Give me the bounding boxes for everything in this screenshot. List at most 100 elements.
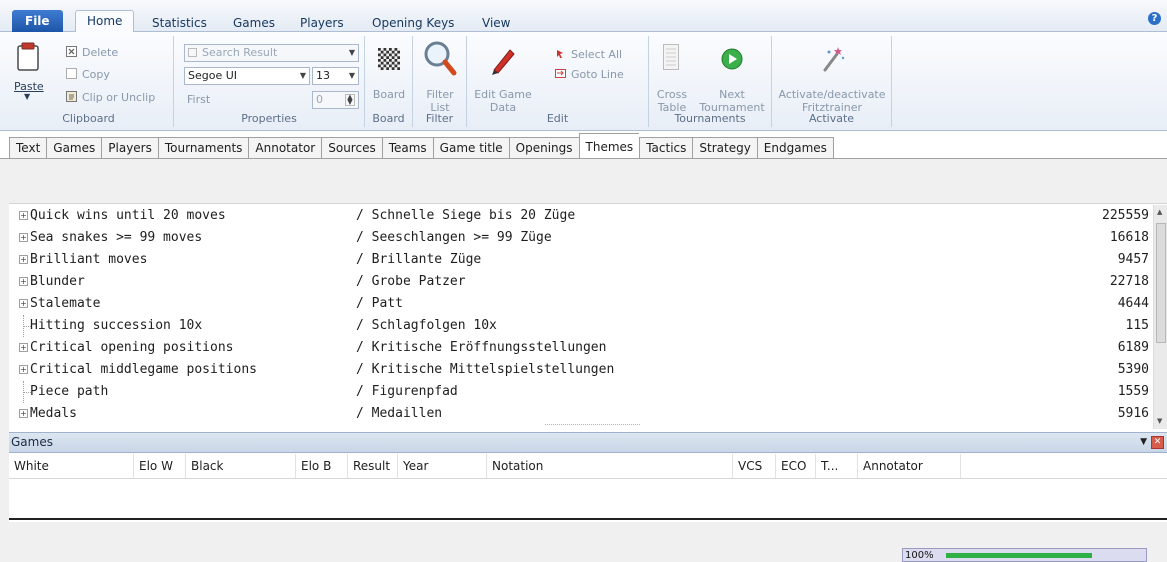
clip-button[interactable]: Clip or Unclip: [66, 91, 155, 104]
theme-name-english: Critical middlegame positions: [30, 362, 257, 377]
edit-game-data-label: Edit Game Data: [474, 88, 532, 114]
theme-name-english: Hitting succession 10x: [30, 318, 203, 333]
expand-icon[interactable]: +: [19, 255, 28, 264]
chevron-down-icon: ▼: [348, 48, 355, 57]
theme-row[interactable]: + Critical opening positions / Kritische E…: [9, 337, 1149, 359]
subtab-players[interactable]: Players: [101, 137, 158, 159]
delete-label: Delete: [82, 46, 119, 59]
subtab-sources[interactable]: Sources: [321, 137, 382, 159]
expand-icon[interactable]: +: [19, 365, 28, 374]
ribbon: Paste ▼ Delete Copy Clip or Unclip Clipb…: [0, 32, 1167, 131]
activate-fritztrainer-button[interactable]: Activate/deactivate Fritztrainer: [776, 40, 888, 114]
col-elo-b[interactable]: Elo B: [296, 454, 348, 478]
theme-name-english: Sea snakes >= 99 moves: [30, 230, 203, 245]
subtab-game-title[interactable]: Game title: [432, 137, 509, 159]
filter-group-label: Filter: [425, 112, 454, 125]
scroll-down-icon[interactable]: ▼: [1157, 417, 1162, 425]
chevron-down-icon[interactable]: ▼: [1140, 433, 1147, 452]
properties-group: Search Result ▼ Segoe UI ▼ 13 ▼ First 0 …: [174, 36, 365, 127]
expand-icon[interactable]: +: [19, 343, 28, 352]
theme-name-german: / Figurenpfad: [356, 384, 458, 399]
paste-dropdown-icon[interactable]: ▼: [24, 92, 30, 101]
expand-icon[interactable]: +: [19, 277, 28, 286]
chevron-down-icon: ▼: [348, 71, 355, 80]
col-elo-w[interactable]: Elo W: [134, 454, 186, 478]
theme-row[interactable]: + Critical middlegame positions / Kritisch…: [9, 359, 1149, 381]
col-vcs[interactable]: VCS: [733, 454, 776, 478]
tab-players[interactable]: Players: [294, 13, 350, 33]
theme-name-german: / Seeschlangen >= 99 Züge: [356, 230, 552, 245]
select-all-button[interactable]: Select All: [555, 48, 622, 61]
scrollbar-thumb[interactable]: [1156, 223, 1166, 343]
col-eco[interactable]: ECO: [776, 454, 816, 478]
theme-row[interactable]: + Sea snakes >= 99 moves / Seeschlangen >=…: [9, 227, 1149, 249]
games-pane-header: Games ▼ ✕: [9, 432, 1167, 453]
subtab-endgames[interactable]: Endgames: [756, 137, 834, 159]
select-all-icon: [557, 50, 563, 58]
theme-row[interactable]: + Stalemate / Patt 4644: [9, 293, 1149, 315]
splitter-grip[interactable]: [545, 424, 640, 427]
subtab-annotator[interactable]: Annotator: [248, 137, 322, 159]
theme-name-english: Blunder: [30, 274, 85, 289]
search-result-icon: [188, 48, 197, 57]
theme-name-german: / Medaillen: [356, 406, 443, 421]
theme-row[interactable]: + Quick wins until 20 moves / Schnelle Sie…: [9, 205, 1149, 227]
col-white[interactable]: White: [9, 454, 134, 478]
search-result-text: Search Result: [202, 46, 278, 59]
activate-group-label: Activate: [808, 112, 855, 125]
theme-row[interactable]: + Medals / Medaillen 5916: [9, 403, 1149, 425]
col-notation[interactable]: Notation: [487, 454, 733, 478]
subtab-openings[interactable]: Openings: [508, 137, 579, 159]
col-annotator[interactable]: Annotator: [858, 454, 961, 478]
theme-count: 1559: [1117, 384, 1149, 399]
theme-row[interactable]: Piece path / Figurenpfad 1559: [9, 381, 1149, 403]
theme-row[interactable]: Hitting succession 10x / Schlagfolgen 10x…: [9, 315, 1149, 337]
subtab-teams[interactable]: Teams: [381, 137, 433, 159]
copy-icon: [66, 68, 77, 79]
col-result[interactable]: Result: [348, 454, 398, 478]
expand-icon[interactable]: +: [19, 299, 28, 308]
tab-view[interactable]: View: [476, 13, 516, 33]
tab-opening-keys[interactable]: Opening Keys: [366, 13, 460, 33]
col-t[interactable]: T...: [816, 454, 858, 478]
stepper-icon[interactable]: ▲ ▼: [345, 94, 355, 106]
filter-list-button[interactable]: Filter List: [419, 40, 461, 114]
subtab-strategy[interactable]: Strategy: [692, 137, 757, 159]
expand-icon[interactable]: +: [19, 233, 28, 242]
expand-icon[interactable]: +: [19, 409, 28, 418]
tab-games[interactable]: Games: [227, 13, 281, 33]
close-icon[interactable]: ✕: [1151, 436, 1164, 449]
themes-scrollbar[interactable]: ▲ ▼: [1153, 205, 1167, 429]
progress-bar: 100%: [902, 548, 1147, 562]
search-result-combo[interactable]: Search Result ▼: [184, 44, 359, 62]
paste-button[interactable]: Paste ▼: [12, 40, 46, 104]
delete-button[interactable]: Delete: [66, 46, 118, 59]
expand-icon[interactable]: +: [19, 211, 28, 220]
edit-game-data-button[interactable]: Edit Game Data: [473, 40, 533, 114]
first-stepper[interactable]: 0 ▲ ▼: [312, 91, 359, 109]
col-year[interactable]: Year: [398, 454, 487, 478]
cross-table-button[interactable]: Cross Table: [652, 40, 692, 114]
edit-pen-icon: [492, 49, 515, 75]
next-tournament-button[interactable]: Next Tournament: [696, 40, 768, 114]
size-combo[interactable]: 13 ▼: [312, 67, 359, 85]
font-combo[interactable]: Segoe UI ▼: [184, 67, 310, 85]
subtab-tournaments[interactable]: Tournaments: [157, 137, 249, 159]
theme-row[interactable]: + Brilliant moves / Brillante Züge 9457: [9, 249, 1149, 271]
board-button[interactable]: Board: [371, 40, 407, 104]
tab-statistics[interactable]: Statistics: [146, 13, 213, 33]
subtab-games[interactable]: Games: [46, 137, 102, 159]
theme-name-english: Medals: [30, 406, 77, 421]
subtab-text[interactable]: Text: [9, 137, 47, 159]
copy-button[interactable]: Copy: [66, 68, 110, 81]
tab-home[interactable]: Home: [75, 10, 135, 33]
help-icon[interactable]: ?: [1148, 12, 1161, 25]
tab-file[interactable]: File: [12, 10, 63, 32]
subtab-tactics[interactable]: Tactics: [639, 137, 693, 159]
tournaments-group: Cross Table Next Tournament Tournaments: [649, 36, 772, 127]
theme-row[interactable]: + Blunder / Grobe Patzer 22718: [9, 271, 1149, 293]
col-black[interactable]: Black: [186, 454, 296, 478]
subtab-themes[interactable]: Themes: [578, 133, 640, 158]
goto-line-button[interactable]: Goto Line: [555, 68, 624, 81]
scroll-up-icon[interactable]: ▲: [1157, 208, 1162, 216]
